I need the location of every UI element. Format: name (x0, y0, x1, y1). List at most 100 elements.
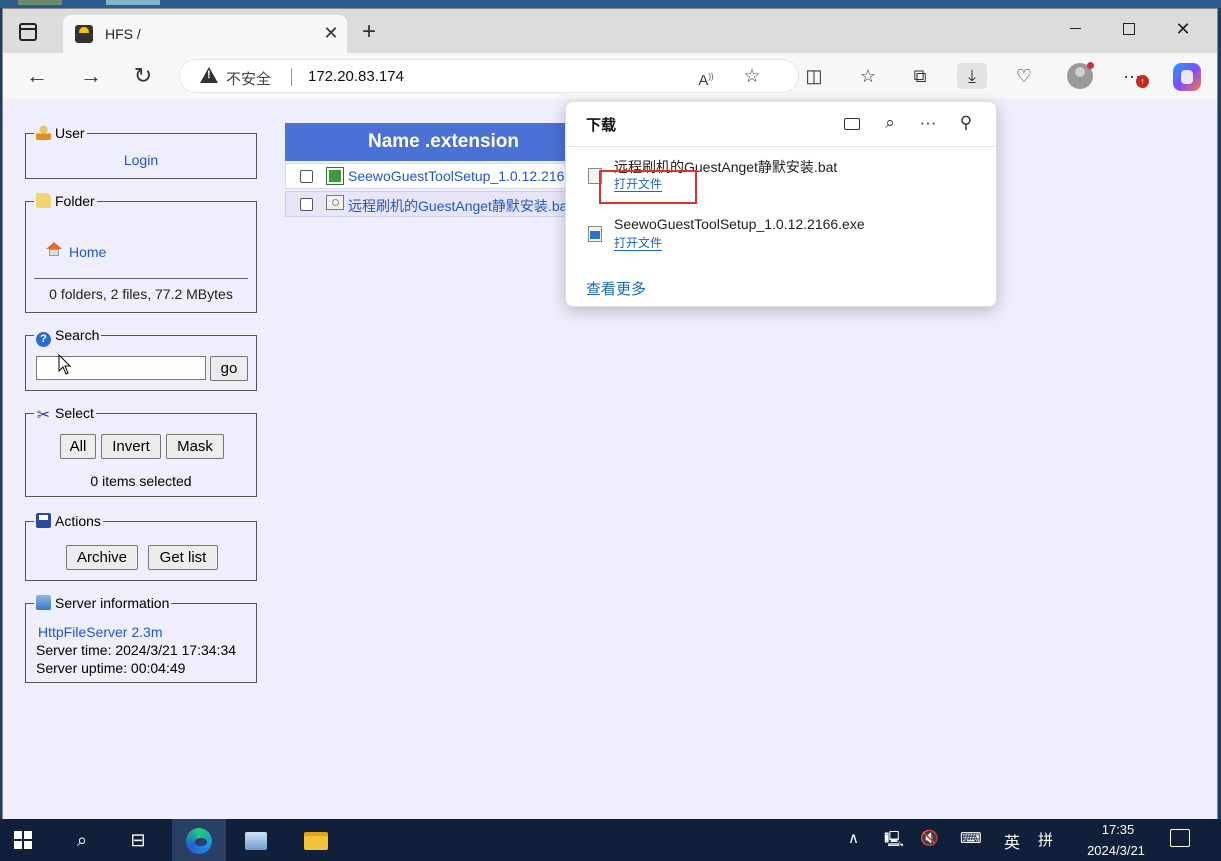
input-language[interactable]: 英 (1004, 829, 1020, 853)
windows-start-icon[interactable] (14, 831, 32, 849)
file-link[interactable]: 远程刷机的GuestAnget静默安装.bat (348, 196, 571, 216)
edge-taskbar-button[interactable] (172, 819, 226, 861)
task-view-icon[interactable]: ⊟ (118, 823, 158, 857)
name-column-header[interactable]: Name .extension (285, 123, 585, 161)
address-bar[interactable]: 不安全 172.20.83.174 A)) ☆ (179, 59, 799, 93)
tab-strip: HFS / ✕ + ✕ (3, 9, 1217, 53)
hfs-version-link[interactable]: HttpFileServer 2.3m (38, 624, 162, 640)
bat-file-icon (326, 195, 344, 210)
server-uptime: Server uptime: 00:04:49 (36, 660, 186, 676)
update-badge-icon: ↑ (1136, 75, 1149, 88)
network-icon[interactable]: 🖳 (884, 829, 904, 854)
user-panel: User Login (25, 124, 257, 179)
forward-button[interactable]: → (75, 61, 107, 91)
ime-mode[interactable]: 拼 (1038, 829, 1053, 850)
pin-icon[interactable]: ⚲ (954, 112, 978, 134)
server-info-panel: Server information HttpFileServer 2.3m S… (25, 594, 257, 683)
file-checkbox[interactable] (300, 198, 313, 211)
notification-icon[interactable] (1170, 829, 1190, 847)
select-all-button[interactable]: All (60, 434, 96, 459)
home-link[interactable]: Home (69, 244, 106, 260)
copilot-icon[interactable] (1173, 63, 1201, 91)
taskbar: ⌕ ⊟ ∧ 🖳 🔇 ⌨ 英 拼 17:35 2024/3/21 (0, 819, 1221, 861)
file-explorer-icon[interactable] (296, 823, 336, 857)
reload-button[interactable]: ↻ (127, 61, 159, 91)
actions-legend: Actions (34, 512, 103, 530)
search-icon[interactable]: ⌕ (62, 823, 102, 857)
back-button[interactable]: ← (21, 61, 53, 91)
server-manager-icon[interactable] (236, 823, 276, 857)
edge-icon (186, 828, 212, 854)
search-help-icon: ? (36, 332, 51, 347)
more-options-icon[interactable]: ··· (916, 112, 940, 134)
highlight-box (599, 170, 697, 204)
server-icon (36, 595, 51, 610)
open-file-link[interactable]: 打开文件 (614, 236, 663, 251)
table-row: 远程刷机的GuestAnget静默安装.bat (285, 191, 585, 217)
open-folder-icon[interactable] (840, 112, 864, 134)
see-more-link[interactable]: 查看更多 (586, 278, 646, 299)
maximize-button[interactable] (1109, 15, 1149, 43)
browser-toolbar: ← → ↻ 不安全 172.20.83.174 A)) ☆ ◫ ☆ ⧉ ⤓ ♡ … (3, 53, 1217, 100)
get-list-button[interactable]: Get list (148, 545, 218, 570)
login-link[interactable]: Login (26, 152, 256, 168)
minimize-button[interactable] (1055, 15, 1095, 43)
workspaces-icon[interactable] (19, 23, 37, 41)
select-panel: ✂ Select All Invert Mask 0 items selected (25, 404, 257, 497)
save-icon (36, 513, 51, 528)
address-separator (291, 68, 292, 86)
user-icon (36, 125, 51, 140)
profile-notification-dot (1087, 62, 1094, 69)
exe-file-icon (326, 167, 344, 185)
file-link[interactable]: SeewoGuestToolSetup_1.0.12.2166.exe (348, 168, 584, 184)
desktop-background (0, 0, 1221, 8)
downloads-divider (566, 146, 996, 147)
favorite-star-icon[interactable]: ☆ (740, 66, 764, 88)
table-row: SeewoGuestToolSetup_1.0.12.2166.exe (285, 163, 585, 189)
downloads-flyout: 下载 ⌕ ··· ⚲ 远程刷机的GuestAnget静默安装.bat 打开文件 … (565, 101, 997, 307)
browser-essentials-icon[interactable]: ♡ (1009, 63, 1039, 89)
desktop-icon-fragment (106, 0, 160, 5)
server-time: Server time: 2024/3/21 17:34:34 (36, 642, 237, 658)
folder-divider (34, 278, 248, 279)
split-screen-icon[interactable]: ◫ (799, 63, 829, 89)
tab-close-icon[interactable]: ✕ (321, 23, 341, 43)
hfs-favicon-icon (75, 25, 93, 43)
search-downloads-icon[interactable]: ⌕ (878, 112, 902, 134)
folder-stats: 0 folders, 2 files, 77.2 MBytes (49, 286, 233, 302)
folder-legend: Folder (34, 192, 97, 210)
collections-icon[interactable]: ⧉ (905, 63, 935, 89)
file-checkbox[interactable] (300, 170, 313, 183)
url-text[interactable]: 172.20.83.174 (308, 68, 404, 85)
warning-icon[interactable] (200, 67, 218, 83)
clock-time[interactable]: 17:35 (1088, 822, 1148, 837)
selection-count: 0 items selected (90, 473, 192, 489)
go-button[interactable]: go (210, 356, 248, 381)
download-filename[interactable]: SeewoGuestToolSetup_1.0.12.2166.exe (614, 216, 865, 232)
security-label[interactable]: 不安全 (226, 68, 271, 89)
favorites-icon[interactable]: ☆ (853, 63, 883, 89)
select-legend: ✂ Select (34, 404, 96, 424)
close-window-button[interactable]: ✕ (1163, 15, 1203, 43)
folder-icon (36, 193, 51, 208)
new-tab-button[interactable]: + (357, 20, 381, 45)
archive-button[interactable]: Archive (66, 545, 138, 570)
read-aloud-icon[interactable]: A)) (694, 66, 718, 89)
mask-button[interactable]: Mask (166, 434, 224, 459)
tab-hfs[interactable]: HFS / ✕ (63, 15, 347, 53)
folder-panel: Folder Home 0 folders, 2 files, 77.2 MBy… (25, 192, 257, 313)
clock-date[interactable]: 2024/3/21 (1076, 843, 1156, 858)
downloads-title: 下载 (586, 117, 617, 134)
scissors-icon: ✂ (36, 407, 51, 424)
invert-button[interactable]: Invert (101, 434, 161, 459)
search-legend: ? Search (34, 326, 102, 347)
show-hidden-icons-chevron-icon[interactable]: ∧ (848, 829, 859, 847)
downloads-icon[interactable]: ⤓ (957, 63, 987, 89)
desktop-icon-fragment (18, 0, 62, 5)
exe-file-icon (588, 226, 602, 242)
server-legend: Server information (34, 594, 172, 612)
keyboard-icon[interactable]: ⌨ (960, 829, 982, 847)
tab-title: HFS / (105, 26, 141, 42)
volume-muted-icon[interactable]: 🔇 (920, 829, 939, 847)
home-icon[interactable] (46, 242, 62, 256)
